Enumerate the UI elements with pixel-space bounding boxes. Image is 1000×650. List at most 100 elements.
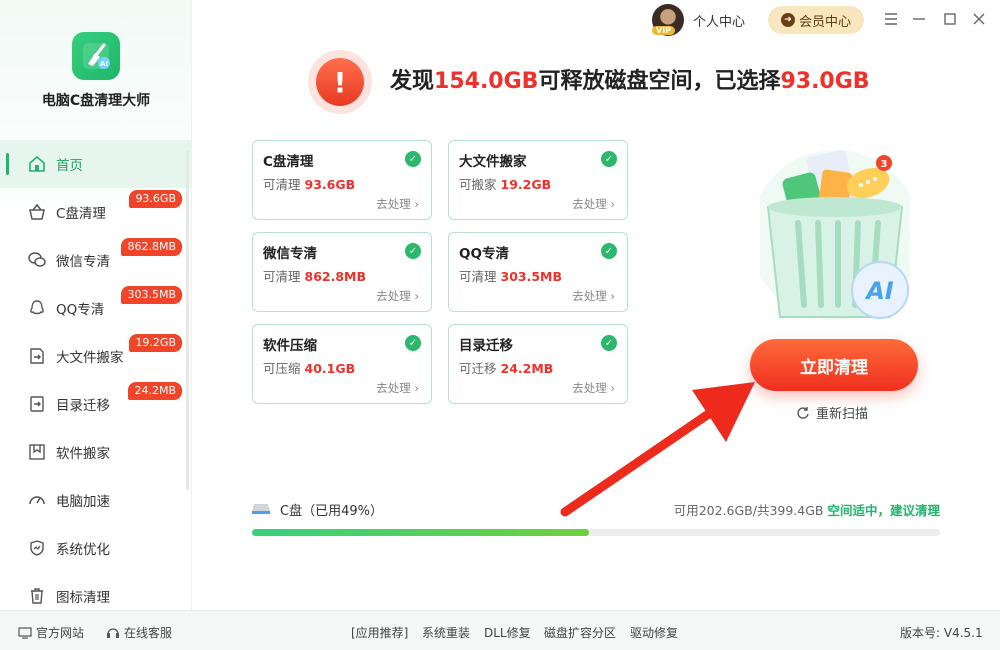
sidebar-item-dir-migrate[interactable]: 目录迁移 24.2MB <box>0 380 192 428</box>
scan-result-headline: 发现154.0GB可释放磁盘空间，已选择93.0GB <box>390 63 870 95</box>
check-icon[interactable]: ✓ <box>405 243 421 259</box>
card-title: 微信专清 <box>263 246 317 262</box>
card-value: 19.2GB <box>500 177 552 192</box>
card-title: 目录迁移 <box>459 338 513 354</box>
sidebar-item-label: 图标清理 <box>56 590 110 606</box>
sidebar-item-software-move[interactable]: 软件搬家 <box>0 428 192 476</box>
qq-icon <box>26 297 48 319</box>
card-software-compress[interactable]: 软件压缩 ✓ 可压缩 40.1GB 去处理 › <box>252 324 432 404</box>
trash-icon <box>26 585 48 607</box>
maximize-icon[interactable] <box>941 10 959 28</box>
clean-now-button[interactable]: 立即清理 <box>750 339 918 391</box>
menu-icon[interactable] <box>882 10 900 28</box>
sidebar-item-qq[interactable]: QQ专清 303.5MB <box>0 284 192 332</box>
sidebar-item-label: 大文件搬家 <box>56 350 124 366</box>
card-value: 303.5MB <box>500 269 563 284</box>
online-service-label: 在线客服 <box>124 626 173 640</box>
app-logo: AI <box>72 32 120 80</box>
sidebar-scrollbar[interactable] <box>186 150 189 490</box>
sidebar-item-label: 系统优化 <box>56 542 110 558</box>
size-badge: 862.8MB <box>121 238 182 256</box>
headline-prefix: 发现 <box>390 69 435 94</box>
rescan-label: 重新扫描 <box>816 407 869 422</box>
online-service-link[interactable]: 在线客服 <box>106 624 172 641</box>
sidebar-item-c-drive-clean[interactable]: C盘清理 93.6GB <box>0 188 192 236</box>
vip-badge: VIP <box>652 26 676 35</box>
svg-text:AI: AI <box>100 60 108 68</box>
sidebar-item-label: 软件搬家 <box>56 446 110 462</box>
card-title: QQ专清 <box>459 246 509 262</box>
footer: 官方网站 在线客服 [应用推荐] 系统重装 DLL修复 磁盘扩容分区 驱动修复 … <box>0 610 1000 650</box>
footer-link-dll-repair[interactable]: DLL修复 <box>484 624 531 641</box>
personal-center-link[interactable]: 个人中心 <box>693 11 745 30</box>
disk-label: C盘（已用49%） <box>280 504 383 519</box>
app-name: 电脑C盘清理大师 <box>41 93 151 109</box>
sidebar: AI 电脑C盘清理大师 首页 C盘清理 93.6GB 微信专清 862.8MB <box>0 0 192 610</box>
card-title: C盘清理 <box>263 154 314 170</box>
card-wechat-clean[interactable]: 微信专清 ✓ 可清理 862.8MB 去处理 › <box>252 232 432 312</box>
selected-size: 93.0GB <box>780 69 870 94</box>
card-line: 可搬家 19.2GB <box>459 177 552 192</box>
check-icon[interactable]: ✓ <box>405 335 421 351</box>
minimize-icon[interactable] <box>910 10 928 28</box>
sidebar-item-label: 目录迁移 <box>56 398 110 414</box>
official-site-link[interactable]: 官方网站 <box>18 624 84 641</box>
disk-status: 空间适中，建议清理 <box>827 503 940 518</box>
check-icon[interactable]: ✓ <box>601 335 617 351</box>
footer-link-driver-repair[interactable]: 驱动修复 <box>630 624 678 641</box>
software-icon <box>26 441 48 463</box>
card-value: 24.2MB <box>500 361 554 376</box>
disk-usage-fill <box>252 529 590 536</box>
footer-link-app-recommend[interactable]: [应用推荐] <box>351 624 408 641</box>
trash-bin-illustration: 3 AI <box>760 150 910 320</box>
card-c-drive-clean[interactable]: C盘清理 ✓ 可清理 93.6GB 去处理 › <box>252 140 432 220</box>
member-center-button[interactable]: ➜ 会员中心 <box>768 6 864 34</box>
process-link[interactable]: 去处理 › <box>572 196 615 212</box>
file-move-icon <box>26 345 48 367</box>
headset-icon <box>107 627 119 638</box>
footer-link-system-reinstall[interactable]: 系统重装 <box>422 624 470 641</box>
card-line: 可压缩 40.1GB <box>263 361 356 376</box>
drive-icon <box>252 504 270 514</box>
card-large-file-move[interactable]: 大文件搬家 ✓ 可搬家 19.2GB 去处理 › <box>448 140 628 220</box>
disk-info: 可用202.6GB/共399.4GB 空间适中，建议清理 <box>674 500 940 519</box>
sidebar-item-system-optimize[interactable]: 系统优化 <box>0 524 192 572</box>
notification-count: 3 <box>881 159 888 170</box>
card-qq-clean[interactable]: QQ专清 ✓ 可清理 303.5MB 去处理 › <box>448 232 628 312</box>
sidebar-item-label: 首页 <box>56 158 83 174</box>
size-badge: 303.5MB <box>121 286 182 304</box>
sidebar-item-speedup[interactable]: 电脑加速 <box>0 476 192 524</box>
version-label: 版本号: V4.5.1 <box>900 626 983 640</box>
sidebar-item-wechat[interactable]: 微信专清 862.8MB <box>0 236 192 284</box>
sidebar-item-label: QQ专清 <box>56 302 105 318</box>
disk-capacity: 可用202.6GB/共399.4GB <box>673 503 824 518</box>
broom-icon: AI <box>83 43 110 69</box>
size-badge: 19.2GB <box>129 334 182 352</box>
size-badge: 24.2MB <box>128 382 182 400</box>
sidebar-item-label: 微信专清 <box>56 254 110 270</box>
home-icon <box>26 153 48 175</box>
card-value: 40.1GB <box>304 361 356 376</box>
card-line: 可清理 862.8MB <box>263 269 367 284</box>
process-link[interactable]: 去处理 › <box>376 380 419 396</box>
official-site-label: 官方网站 <box>36 626 85 640</box>
process-link[interactable]: 去处理 › <box>376 196 419 212</box>
process-link[interactable]: 去处理 › <box>376 288 419 304</box>
shield-icon <box>26 537 48 559</box>
sidebar-item-large-file-move[interactable]: 大文件搬家 19.2GB <box>0 332 192 380</box>
rescan-button[interactable]: 重新扫描 <box>796 403 868 422</box>
check-icon[interactable]: ✓ <box>405 151 421 167</box>
sidebar-item-label: 电脑加速 <box>56 494 110 510</box>
process-link[interactable]: 去处理 › <box>572 288 615 304</box>
card-line: 可迁移 24.2MB <box>459 361 554 376</box>
close-icon[interactable] <box>970 10 988 28</box>
card-line: 可清理 93.6GB <box>263 177 356 192</box>
sidebar-item-home[interactable]: 首页 <box>0 140 192 188</box>
arrow-right-icon: ➜ <box>780 13 795 27</box>
folder-move-icon <box>26 393 48 415</box>
check-icon[interactable]: ✓ <box>601 151 617 167</box>
card-value: 93.6GB <box>304 177 356 192</box>
check-icon[interactable]: ✓ <box>601 243 617 259</box>
sidebar-item-label: C盘清理 <box>56 206 106 222</box>
footer-link-disk-partition[interactable]: 磁盘扩容分区 <box>544 624 616 641</box>
